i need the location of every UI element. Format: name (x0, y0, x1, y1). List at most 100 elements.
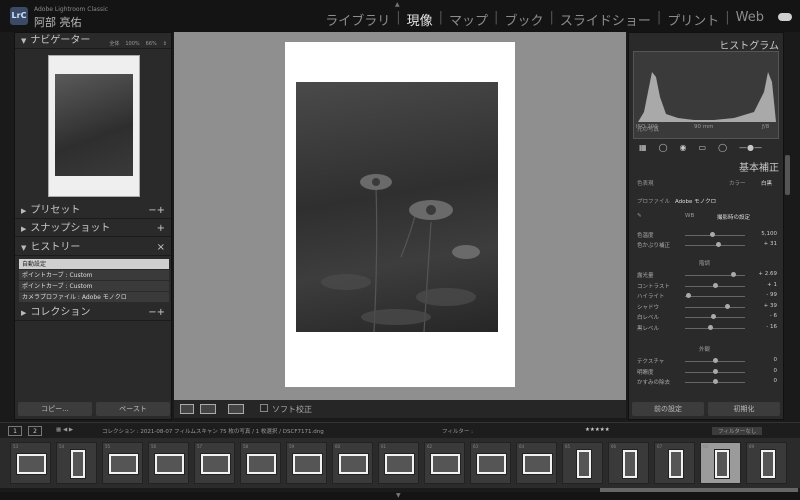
navigator-header[interactable]: ▼ ナビゲーター 全体 100% 66% ⇕ (15, 33, 171, 49)
filmstrip-thumb[interactable]: 57 (194, 442, 235, 484)
presets-header[interactable]: ▶ プリセット −+ (15, 203, 171, 219)
rating-stars[interactable]: ★★★★★ (585, 427, 610, 433)
right-panel-scrollbar[interactable] (785, 155, 790, 195)
slider-value[interactable]: + 31 (764, 241, 777, 247)
page-1-button[interactable]: 1 (8, 426, 22, 436)
loupe-view-icon[interactable] (180, 404, 194, 414)
snapshots-header[interactable]: ▶ スナップショット + (15, 221, 171, 237)
graduated-filter-icon[interactable]: ▭ (699, 143, 707, 152)
main-photo[interactable] (296, 82, 498, 333)
slider-track[interactable] (685, 327, 745, 329)
module-web[interactable]: Web (730, 10, 770, 29)
slider-knob[interactable] (713, 368, 718, 374)
collections-header[interactable]: ▶ コレクション −+ (15, 305, 171, 321)
profile-select[interactable]: Adobe モノクロ (675, 197, 716, 205)
slider-track[interactable] (685, 306, 745, 308)
slider-knob[interactable] (716, 242, 721, 247)
module-develop[interactable]: 現像 (401, 10, 439, 29)
filmstrip-path[interactable]: コレクション : 2021-08-07 フィルムスキャン 75 枚の写真 / 1… (102, 427, 324, 435)
filmstrip-thumb[interactable]: 55 (102, 442, 143, 484)
filmstrip-thumb[interactable]: 53 (10, 442, 51, 484)
filmstrip-thumb[interactable]: 63 (470, 442, 511, 484)
brush-icon[interactable]: —●— (739, 143, 762, 152)
slider-value[interactable]: - 6 (770, 313, 777, 319)
wb-select[interactable]: 撮影時の設定 (717, 213, 750, 221)
copy-button[interactable]: コピー... (18, 402, 92, 416)
slider-track[interactable] (685, 245, 745, 246)
slider-track[interactable] (685, 235, 745, 236)
slider-knob[interactable] (708, 324, 714, 330)
slider-value[interactable]: 0 (774, 378, 778, 384)
cloud-sync-icon[interactable] (778, 13, 792, 21)
slider-track[interactable] (685, 296, 745, 297)
filmstrip-thumb[interactable]: 68 (700, 442, 741, 484)
spot-removal-icon[interactable]: ◯ (659, 143, 668, 152)
slider-value[interactable]: + 2.69 (758, 271, 777, 277)
filmstrip-thumb[interactable]: 54 (56, 442, 97, 484)
add-preset-icon[interactable]: −+ (148, 203, 165, 219)
slider-value[interactable]: 0 (774, 368, 778, 374)
collapse-top-icon[interactable]: ▲ (395, 1, 400, 8)
slider-knob[interactable] (686, 293, 691, 298)
histogram-title[interactable]: ヒストグラム (719, 37, 779, 52)
basic-title[interactable]: 基本補正 (739, 159, 779, 174)
slider-knob[interactable] (711, 314, 717, 319)
slider-value[interactable]: + 1 (767, 282, 777, 288)
grid-nav-icons[interactable]: ▦ ◀ ▶ (56, 427, 73, 433)
paste-button[interactable]: ペースト (96, 402, 170, 416)
slider-value[interactable]: - 16 (766, 324, 777, 330)
treatment-color[interactable]: カラー (729, 179, 746, 187)
treatment-bw[interactable]: 白黒 (761, 179, 772, 187)
clear-history-icon[interactable]: × (157, 240, 165, 256)
reset-button[interactable]: 初期化 (708, 402, 780, 416)
slider-track[interactable] (685, 275, 745, 276)
slider-knob[interactable] (713, 358, 718, 363)
filmstrip-thumb[interactable]: 66 (608, 442, 649, 484)
zoom-66[interactable]: 66% (146, 36, 157, 52)
radial-filter-icon[interactable]: ◯ (718, 143, 727, 152)
wb-eyedropper-icon[interactable]: ✎ (637, 213, 642, 219)
filmstrip-thumb[interactable]: 69 (746, 442, 787, 484)
history-item[interactable]: 自動設定 (19, 259, 169, 270)
filmstrip-thumb[interactable]: 59 (286, 442, 327, 484)
add-snapshot-icon[interactable]: + (157, 221, 165, 237)
filmstrip-thumb[interactable]: 56 (148, 442, 189, 484)
filmstrip-thumb[interactable]: 60 (332, 442, 373, 484)
filmstrip-thumb[interactable]: 62 (424, 442, 465, 484)
filter-select[interactable]: フィルターなし (712, 427, 763, 435)
module-slideshow[interactable]: スライドショー (554, 10, 657, 29)
soft-proof-checkbox[interactable] (260, 404, 268, 412)
filmstrip-thumb[interactable]: 61 (378, 442, 419, 484)
history-item[interactable]: カメラプロファイル : Adobe モノクロ (19, 292, 169, 303)
page-2-button[interactable]: 2 (28, 426, 42, 436)
zoom-menu[interactable]: ⇕ (163, 36, 167, 52)
zoom-fit[interactable]: 全体 (109, 36, 119, 52)
history-header[interactable]: ▼ ヒストリー × (15, 240, 171, 256)
slider-knob[interactable] (710, 232, 715, 237)
slider-value[interactable]: 0 (774, 357, 778, 363)
history-item[interactable]: ポイントカーブ : Custom (19, 270, 169, 281)
module-map[interactable]: マップ (443, 10, 494, 29)
module-book[interactable]: ブック (498, 10, 549, 29)
slider-knob[interactable] (731, 272, 736, 277)
collapse-bottom-icon[interactable]: ▼ (396, 492, 401, 499)
filmstrip-thumb[interactable]: 58 (240, 442, 281, 484)
original-photo-checkbox[interactable]: 元の写真 (637, 125, 659, 133)
module-library[interactable]: ライブラリ (319, 10, 396, 29)
slider-knob[interactable] (713, 379, 718, 384)
slider-knob[interactable] (713, 282, 718, 288)
crop-tool-icon[interactable]: ▦ (639, 143, 647, 152)
history-item[interactable]: ポイントカーブ : Custom (19, 281, 169, 292)
slider-value[interactable]: 5,100 (761, 231, 777, 237)
filmstrip-thumb[interactable]: 65 (562, 442, 603, 484)
navigator-preview[interactable] (48, 55, 140, 197)
filmstrip-thumb[interactable]: 64 (516, 442, 557, 484)
previous-settings-button[interactable]: 前の設定 (632, 402, 704, 416)
zoom-100[interactable]: 100% (125, 36, 139, 52)
before-after-split-icon[interactable] (228, 404, 244, 414)
module-print[interactable]: プリント (661, 10, 725, 29)
slider-value[interactable]: + 39 (764, 303, 777, 309)
add-collection-icon[interactable]: −+ (148, 305, 165, 321)
before-after-icon[interactable] (200, 404, 216, 414)
slider-value[interactable]: - 99 (766, 292, 777, 298)
